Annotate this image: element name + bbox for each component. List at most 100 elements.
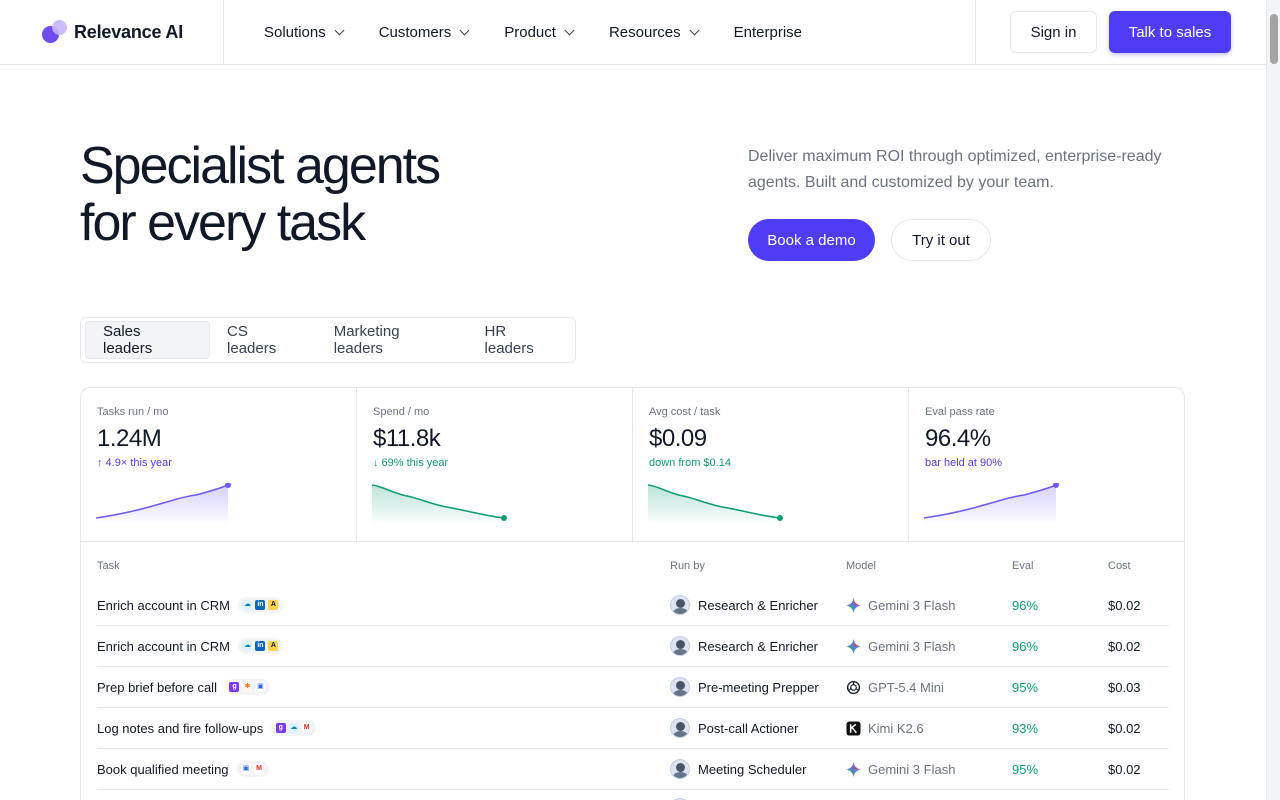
- agent-avatar: [670, 595, 690, 615]
- tab-sales-leaders[interactable]: Sales leaders: [85, 321, 211, 359]
- sign-in-button[interactable]: Sign in: [1010, 11, 1097, 53]
- task-name: Prep brief before call: [97, 679, 217, 695]
- table-row[interactable]: Enrich account in CRM ☁ in A Research & Enri…: [97, 626, 1169, 667]
- calendar-icon: ▣: [241, 764, 252, 774]
- talk-to-sales-button[interactable]: Talk to sales: [1109, 11, 1231, 53]
- sparkline-endpoint: [501, 515, 507, 521]
- task-cell: Log notes and fire follow-ups g ☁ M: [97, 708, 317, 748]
- stat-label: Spend / mo: [373, 406, 430, 418]
- model-name: Kimi K2.6: [868, 720, 924, 736]
- integration-icons: g ☁ M: [271, 720, 317, 736]
- nav-item-product[interactable]: Product: [504, 23, 575, 41]
- stat-card: Tasks run / mo 1.24M ↑ 4.9× this year: [81, 388, 357, 542]
- stat-value: 96.4%: [925, 425, 991, 452]
- agent-name: Research & Enricher: [698, 597, 818, 613]
- agent-avatar: [670, 759, 690, 779]
- linkedin-icon: in: [255, 600, 266, 610]
- eval-cell: 95%: [1012, 679, 1039, 695]
- nav-item-label: Solutions: [264, 23, 326, 41]
- table-header: Task Run by Model Eval Cost: [97, 560, 1169, 574]
- top-nav: Relevance AI Solutions Customers Product…: [0, 0, 1266, 65]
- chevron-down-icon: [459, 25, 470, 35]
- stat-card: Eval pass rate 96.4% bar held at 90%: [909, 388, 1184, 542]
- eval-cell: 96%: [1012, 597, 1039, 613]
- gemini-icon: [846, 638, 861, 654]
- salesforce-icon: ☁: [242, 641, 253, 651]
- scrollbar-thumb[interactable]: [1270, 14, 1278, 64]
- nav-item-resources[interactable]: Resources: [609, 24, 700, 41]
- gmail-icon: M: [254, 764, 265, 774]
- stat-delta: down from $0.14: [649, 457, 731, 469]
- cost-cell: $0.02: [1108, 638, 1141, 654]
- metrics-panel: Tasks run / mo 1.24M ↑ 4.9× this year Spend…: [80, 387, 1185, 800]
- header-model: Model: [846, 560, 876, 572]
- hero-title-line: for every task: [80, 194, 366, 252]
- task-name: Book qualified meeting: [97, 761, 229, 777]
- linkedin-icon: in: [255, 641, 266, 651]
- table-row[interactable]: Prep brief before call g ✱ ▣ Pre-meeting Pre…: [97, 667, 1169, 708]
- nav-divider: [975, 0, 976, 64]
- sparkline-endpoint: [777, 515, 783, 521]
- model-cell: Kimi K2.6: [846, 708, 924, 748]
- stats-row: Tasks run / mo 1.24M ↑ 4.9× this year Spend…: [81, 388, 1184, 542]
- gong-icon: g: [275, 723, 286, 733]
- chevron-down-icon: [564, 25, 575, 35]
- logo[interactable]: Relevance AI: [41, 19, 183, 45]
- tab-marketing-leaders[interactable]: Marketing leaders: [317, 321, 468, 359]
- eval-cell: 93%: [1012, 720, 1039, 736]
- agent-name: Meeting Scheduler: [698, 761, 807, 777]
- openai-icon: [846, 680, 861, 695]
- header-eval: Eval: [1012, 560, 1034, 572]
- run-by-cell: Pre-meeting Prepper: [670, 667, 819, 707]
- nav-item-label: Enterprise: [733, 23, 803, 41]
- kimi-icon: [846, 720, 861, 736]
- gemini-icon: [846, 597, 861, 613]
- nav-item-customers[interactable]: Customers: [378, 23, 470, 41]
- hero-title-line: Specialist agents: [80, 137, 441, 195]
- stat-value: $0.09: [649, 425, 707, 452]
- agent-avatar: [670, 677, 690, 697]
- table-row[interactable]: Enrich account in CRM ☁ in A Research & Enri…: [97, 585, 1169, 626]
- chevron-down-icon: [334, 25, 345, 35]
- header-task: Task: [97, 560, 120, 572]
- eval-cell: 95%: [1012, 761, 1039, 777]
- gong-icon: g: [229, 682, 240, 692]
- stat-label: Tasks run / mo: [97, 406, 169, 418]
- model-cell: Gemini 3 Flash: [846, 749, 955, 789]
- salesforce-icon: ☁: [288, 723, 299, 733]
- nav-item-label: Product: [504, 23, 556, 41]
- sparkline: [648, 484, 783, 523]
- agent-avatar: [670, 718, 690, 738]
- try-it-out-button[interactable]: Try it out: [891, 219, 991, 261]
- chevron-down-icon: [689, 25, 700, 35]
- tab-hr-leaders[interactable]: HR leaders: [468, 321, 576, 359]
- nav-item-enterprise[interactable]: Enterprise: [734, 24, 802, 41]
- sparkline: [924, 483, 1059, 523]
- sparkline: [372, 484, 507, 523]
- audience-tabs: Sales leaders CS leaders Marketing leade…: [80, 317, 576, 363]
- nav-item-solutions[interactable]: Solutions: [264, 23, 345, 41]
- table-row[interactable]: Log notes and fire follow-ups g ☁ M Post-cal…: [97, 708, 1169, 749]
- scrollbar[interactable]: [1266, 0, 1280, 800]
- stat-card: Avg cost / task $0.09 down from $0.14: [633, 388, 909, 542]
- task-cell: Book qualified meeting ▣ M: [97, 749, 269, 789]
- model-cell: GPT-5.4 Mini: [846, 667, 944, 707]
- integration-icons: g ✱ ▣: [224, 679, 270, 695]
- table-row[interactable]: Book qualified meeting ▣ M Meeting Schedule…: [97, 749, 1169, 790]
- task-name: Log notes and fire follow-ups: [97, 720, 264, 736]
- agent-name: Post-call Actioner: [698, 720, 799, 736]
- nav-divider: [223, 0, 224, 64]
- task-cell: Prep brief before call g ✱ ▣: [97, 667, 270, 707]
- stat-label: Eval pass rate: [925, 406, 995, 418]
- cost-cell: $0.02: [1108, 720, 1141, 736]
- tab-cs-leaders[interactable]: CS leaders: [210, 321, 317, 359]
- stat-delta: ↑ 4.9× this year: [97, 457, 172, 469]
- model-name: GPT-5.4 Mini: [868, 679, 944, 695]
- calendar-icon: ▣: [255, 682, 266, 692]
- run-by-cell: Research & Enricher: [670, 626, 818, 666]
- nav-item-label: Customers: [378, 23, 452, 41]
- book-demo-button[interactable]: Book a demo: [748, 219, 875, 261]
- model-name: Gemini 3 Flash: [868, 761, 956, 777]
- run-by-cell: Meeting Scheduler: [670, 749, 806, 789]
- stat-label: Avg cost / task: [649, 406, 721, 418]
